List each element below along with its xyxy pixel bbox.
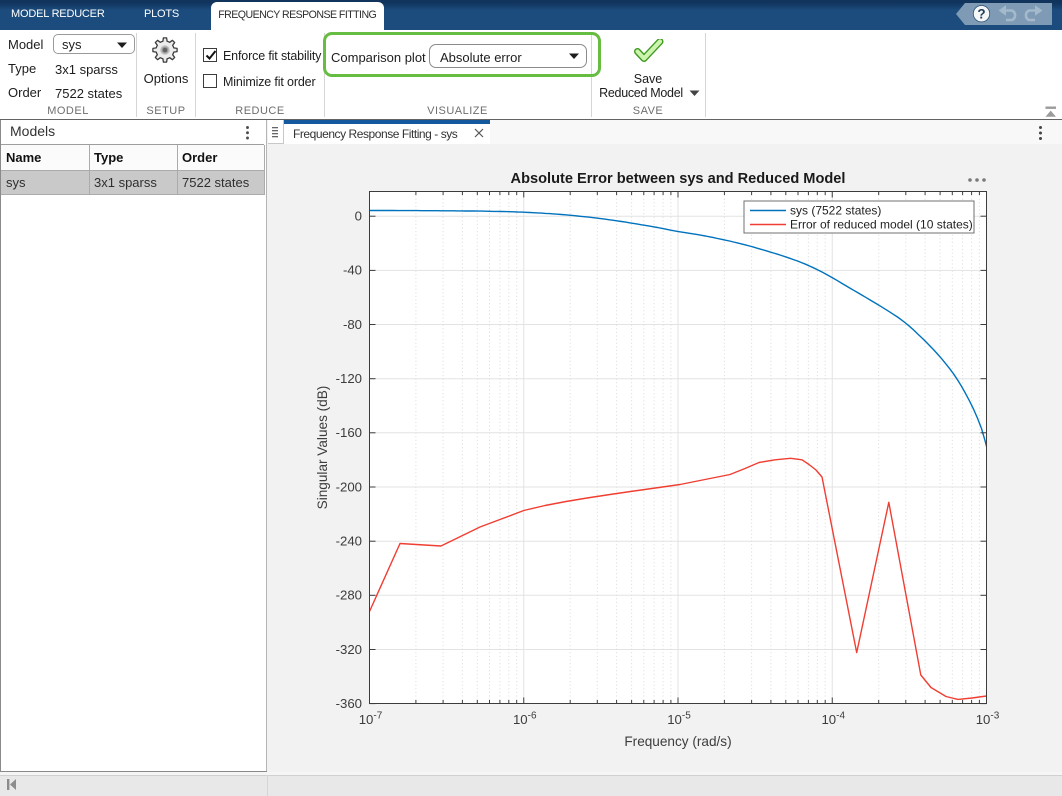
svg-text:-360: -360 [336, 696, 362, 711]
svg-text:Absolute Error between sys and: Absolute Error between sys and Reduced M… [511, 171, 846, 187]
svg-text:-160: -160 [336, 425, 362, 440]
svg-text:0: 0 [355, 209, 362, 224]
svg-text:sys (7522 states): sys (7522 states) [790, 204, 881, 218]
svg-text:-200: -200 [336, 479, 362, 494]
svg-text:-320: -320 [336, 642, 362, 657]
svg-text:?: ? [977, 7, 985, 22]
svg-text:-120: -120 [336, 371, 362, 386]
svg-text:Frequency (rad/s): Frequency (rad/s) [624, 734, 731, 749]
svg-text:Error of reduced model (10 sta: Error of reduced model (10 states) [790, 218, 973, 232]
svg-text:-80: -80 [343, 317, 362, 332]
svg-text:-280: -280 [336, 588, 362, 603]
svg-text:Singular Values (dB): Singular Values (dB) [315, 386, 330, 510]
svg-text:-40: -40 [343, 263, 362, 278]
svg-text:-240: -240 [336, 534, 362, 549]
